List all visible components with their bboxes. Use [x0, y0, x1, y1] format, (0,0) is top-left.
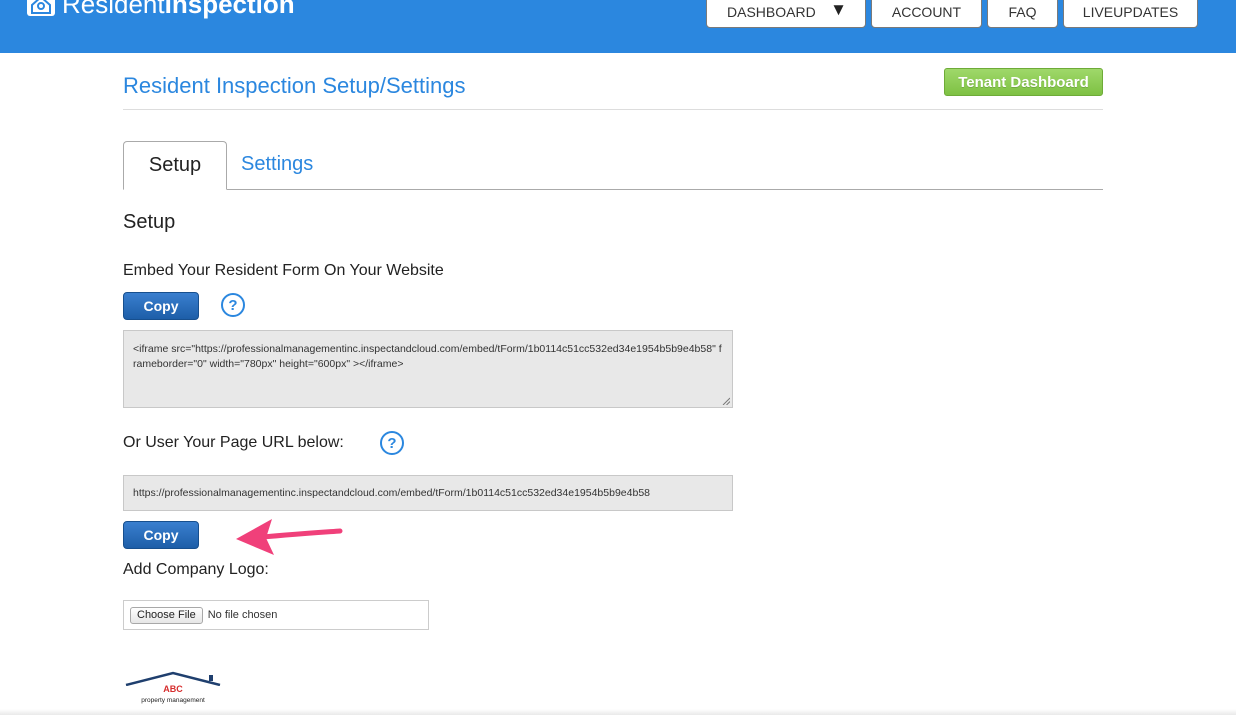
dropdown-caret-icon: ▼ [830, 0, 847, 19]
logo-text-inspection: Inspection [164, 0, 295, 19]
app-logo-text: ResidentInspection [62, 0, 295, 17]
page-url-label: Or User Your Page URL below: [123, 434, 344, 451]
logo-text-resident: Resident [62, 0, 165, 19]
bottom-edge-shadow [0, 709, 1236, 715]
tabs-baseline [123, 189, 1103, 190]
company-logo-image: ABC property management [123, 670, 223, 710]
nav-account-label: ACCOUNT [891, 4, 962, 20]
company-logo-file-input[interactable]: Choose File No file chosen [123, 600, 429, 630]
choose-file-button[interactable]: Choose File [130, 606, 203, 624]
page-url-text: https://professionalmanagementinc.inspec… [133, 487, 650, 499]
nav-dashboard-button[interactable]: DASHBOARD ▼ [706, 0, 866, 28]
app-logo[interactable]: ResidentInspection [26, 0, 295, 17]
annotation-arrow-icon [236, 519, 343, 555]
nav-faq-button[interactable]: FAQ [987, 0, 1058, 28]
help-question-icon[interactable]: ? [221, 293, 245, 317]
setup-heading: Setup [123, 211, 176, 233]
nav-faq-label: FAQ [1008, 4, 1037, 20]
page-url-field[interactable]: https://professionalmanagementinc.inspec… [123, 475, 733, 511]
embed-form-label: Embed Your Resident Form On Your Website [123, 262, 444, 279]
nav-liveupdates-button[interactable]: LIVEUPDATES [1063, 0, 1198, 28]
nav-account-button[interactable]: ACCOUNT [871, 0, 982, 28]
embed-code-textarea[interactable]: <iframe src="https://professionalmanagem… [123, 330, 733, 408]
company-logo-tagline: property management [141, 697, 205, 704]
top-header-bar: ResidentInspection DASHBOARD ▼ ACCOUNT F… [0, 0, 1236, 53]
copy-page-url-button[interactable]: Copy [123, 521, 199, 549]
page-title: Resident Inspection Setup/Settings [123, 73, 466, 98]
embed-code-text: <iframe src="https://professionalmanagem… [133, 343, 722, 370]
tab-setup[interactable]: Setup [123, 141, 227, 190]
tenant-dashboard-button[interactable]: Tenant Dashboard [944, 68, 1103, 96]
company-logo-name: ABC [163, 684, 183, 694]
tab-settings[interactable]: Settings [241, 153, 313, 176]
nav-dashboard-label: DASHBOARD [727, 4, 816, 20]
nav-liveupdates-label: LIVEUPDATES [1082, 4, 1179, 20]
title-divider [123, 109, 1103, 110]
house-logo-icon [27, 0, 55, 16]
help-question-icon[interactable]: ? [380, 431, 404, 455]
add-company-logo-label: Add Company Logo: [123, 561, 269, 578]
resize-grip-icon[interactable] [722, 397, 730, 405]
copy-embed-code-button[interactable]: Copy [123, 292, 199, 320]
no-file-chosen-text: No file chosen [207, 609, 278, 621]
